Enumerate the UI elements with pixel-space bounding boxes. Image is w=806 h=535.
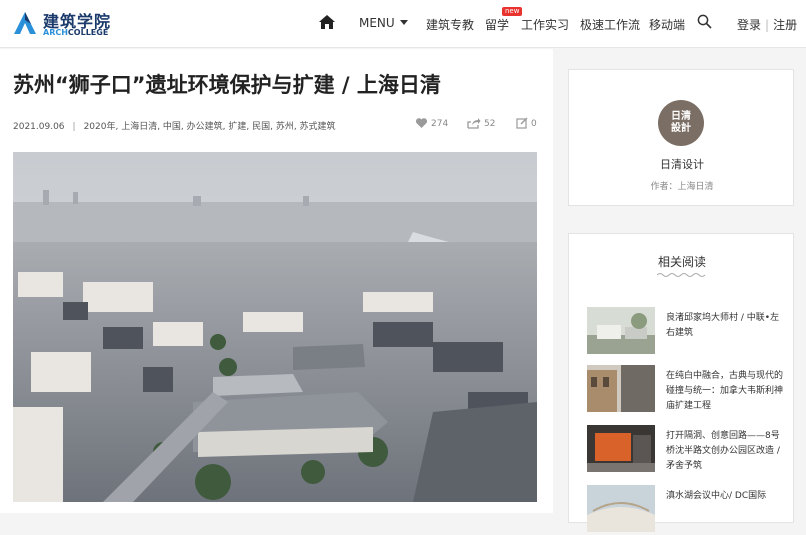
heart-icon xyxy=(415,118,428,128)
related-item[interactable]: 良渚邱家坞大师村 / 中联•左右建筑 xyxy=(587,307,787,357)
wave-divider-icon xyxy=(657,273,706,277)
nav-item-study-abroad[interactable]: 留学 xyxy=(485,16,509,33)
related-reading-card: 相关阅读 良渚邱家坞大师村 / 中联•左右建筑 在纯白中融合，古典与现代的碰撞与… xyxy=(568,233,794,532)
author-card: 日清 設計 日清设计 作者：上海日清 xyxy=(568,69,794,206)
nav-item-internship[interactable]: 工作实习 xyxy=(521,16,569,33)
comment-count[interactable]: 0 xyxy=(516,117,537,129)
auth-divider: | xyxy=(765,18,770,32)
related-thumbnail xyxy=(587,307,655,354)
related-title: 相关阅读 xyxy=(657,255,706,269)
register-link[interactable]: 注册 xyxy=(773,18,797,32)
article-meta: 2021.09.06 | 2020年, 上海日清, 中国, 办公建筑, 扩建, 民国… xyxy=(13,119,336,132)
author-byline: 作者：上海日清 xyxy=(650,182,714,192)
related-item[interactable]: 打开隔洞、创意回路——8号桥沈半路文创办公园区改造 / 矛舍予筑 xyxy=(587,425,787,475)
menu-dropdown[interactable]: MENU xyxy=(359,16,408,30)
hero-image xyxy=(13,152,537,502)
author-avatar[interactable]: 日清 設計 xyxy=(658,100,704,146)
logo-mark-icon xyxy=(14,12,36,34)
article-title: 苏州“狮子口”遗址环境保护与扩建 / 上海日清 xyxy=(13,73,441,97)
related-item-title: 滇水湖会议中心/ DC国际 xyxy=(666,491,767,501)
search-icon[interactable] xyxy=(697,14,712,29)
related-item-title: 在纯白中融合，古典与现代的碰撞与统一：加拿大韦斯利神庙扩建工程 xyxy=(666,371,784,411)
site-logo[interactable]: 建筑学院 ARCHCOLLEGE xyxy=(12,8,112,40)
new-badge: new xyxy=(502,7,523,16)
nav-item-jianzhu[interactable]: 建筑专教 xyxy=(426,16,474,33)
logo-subtext: ARCHCOLLEGE xyxy=(43,28,109,37)
auth-links: 登录 | 注册 xyxy=(737,16,797,33)
login-link[interactable]: 登录 xyxy=(737,18,761,32)
like-count[interactable]: 274 xyxy=(415,117,448,129)
article-tags[interactable]: 2020年, 上海日清, 中国, 办公建筑, 扩建, 民国, 苏州, 苏式建筑 xyxy=(84,122,336,132)
chevron-down-icon xyxy=(399,20,408,25)
share-count[interactable]: 52 xyxy=(467,117,495,129)
nav-item-mobile[interactable]: 移动端 xyxy=(649,16,685,33)
related-thumbnail xyxy=(587,485,655,532)
article-date: 2021.09.06 xyxy=(13,122,65,132)
edit-icon xyxy=(516,117,528,129)
meta-divider: | xyxy=(72,122,76,132)
related-thumbnail xyxy=(587,425,655,472)
share-icon xyxy=(467,118,481,129)
nav-item-workflow[interactable]: 极速工作流 xyxy=(580,16,640,33)
author-name[interactable]: 日清设计 xyxy=(569,156,795,172)
home-icon[interactable] xyxy=(318,14,336,30)
related-thumbnail xyxy=(587,365,655,412)
related-item[interactable]: 在纯白中融合，古典与现代的碰撞与统一：加拿大韦斯利神庙扩建工程 xyxy=(587,365,787,415)
article-panel: 苏州“狮子口”遗址环境保护与扩建 / 上海日清 2021.09.06 | 2020年… xyxy=(0,49,553,513)
site-header: 建筑学院 ARCHCOLLEGE MENU 建筑专教 留学 new 工作实习 极… xyxy=(0,0,806,48)
related-item-title: 良渚邱家坞大师村 / 中联•左右建筑 xyxy=(666,313,780,338)
related-item[interactable]: 滇水湖会议中心/ DC国际 xyxy=(587,485,787,535)
related-item-title: 打开隔洞、创意回路——8号桥沈半路文创办公园区改造 / 矛舍予筑 xyxy=(666,431,780,471)
